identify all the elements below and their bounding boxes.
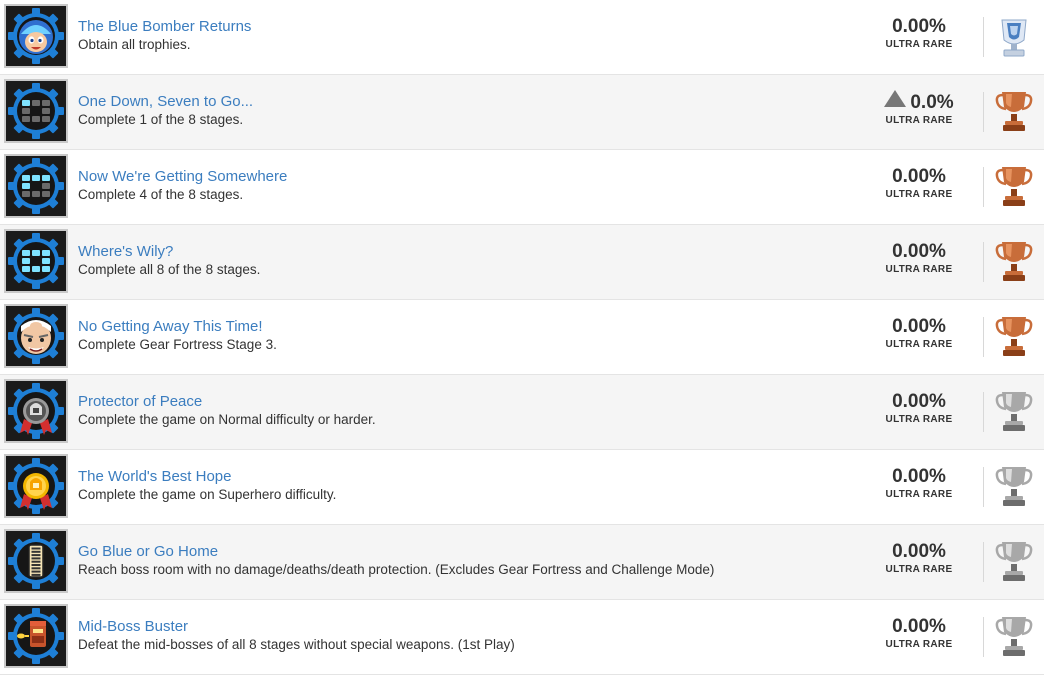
rarity-label: ULTRA RARE [885,564,953,575]
rarity-block: 0.0% ULTRA RARE [874,90,964,127]
trophy-title-link[interactable]: No Getting Away This Time! [78,317,724,336]
divider [983,242,984,282]
rarity-label: ULTRA RARE [885,39,953,50]
rarity-label: ULTRA RARE [885,414,953,425]
rarity-block: 0.00% ULTRA RARE [874,615,964,651]
trophy-title-link[interactable]: Protector of Peace [78,392,724,411]
divider [983,17,984,57]
bronze-trophy-icon [994,312,1034,360]
trophy-title-link[interactable]: Where's Wily? [78,242,724,261]
trophy-title-link[interactable]: The Blue Bomber Returns [78,17,724,36]
trophy-row[interactable]: The World's Best Hope Complete the game … [0,450,1044,525]
trophy-list: The Blue Bomber Returns Obtain all troph… [0,0,1044,675]
rarity-block: 0.00% ULTRA RARE [874,240,964,276]
trophy-row[interactable]: Go Blue or Go Home Reach boss room with … [0,525,1044,600]
trophy-title-link[interactable]: One Down, Seven to Go... [78,92,724,111]
rarity-label: ULTRA RARE [885,264,953,275]
trophy-description: Obtain all trophies. [78,37,191,52]
rarity-block: 0.00% ULTRA RARE [874,15,964,51]
rarity-trend-icon [884,90,907,107]
earned-percent: 0.00% [892,466,946,487]
trophy-row[interactable]: The Blue Bomber Returns Obtain all troph… [0,0,1044,75]
rarity-label: ULTRA RARE [885,639,953,650]
rarity-block: 0.00% ULTRA RARE [874,315,964,351]
bronze-trophy-icon [994,237,1034,285]
gold-medal-icon[interactable] [4,454,68,518]
trophy-title-link[interactable]: The World's Best Hope [78,467,724,486]
trophy-description: Complete the game on Normal difficulty o… [78,412,376,427]
trophy-description: Reach boss room with no damage/deaths/de… [78,562,715,577]
earned-percent: 0.00% [892,241,946,262]
silver-trophy-icon [994,387,1034,435]
divider [983,617,984,657]
divider [983,167,984,207]
earned-percent: 0.00% [892,616,946,637]
wily-face-icon[interactable] [4,304,68,368]
trophy-row[interactable]: One Down, Seven to Go... Complete 1 of t… [0,75,1044,150]
silver-trophy-icon [994,537,1034,585]
bronze-trophy-icon [994,87,1034,135]
divider [983,392,984,432]
trophy-description: Complete all 8 of the 8 stages. [78,262,261,277]
trophy-row[interactable]: Where's Wily? Complete all 8 of the 8 st… [0,225,1044,300]
silver-trophy-icon [994,462,1034,510]
rarity-label: ULTRA RARE [885,189,953,200]
stages-8-icon[interactable] [4,229,68,293]
earned-percent: 0.00% [892,16,946,37]
rarity-label: ULTRA RARE [885,115,953,126]
trophy-row[interactable]: Now We're Getting Somewhere Complete 4 o… [0,150,1044,225]
trophy-description: Complete Gear Fortress Stage 3. [78,337,277,352]
trophy-title-link[interactable]: Mid-Boss Buster [78,617,724,636]
trophy-description: Complete 1 of the 8 stages. [78,112,244,127]
earned-percent: 0.00% [892,541,946,562]
rarity-block: 0.00% ULTRA RARE [874,465,964,501]
trophy-row[interactable]: Protector of Peace Complete the game on … [0,375,1044,450]
trophy-title-link[interactable]: Go Blue or Go Home [78,542,724,561]
divider [983,467,984,507]
silver-medal-icon[interactable] [4,379,68,443]
earned-percent: 0.00% [892,316,946,337]
trophy-description: Complete the game on Superhero difficult… [78,487,337,502]
earned-percent: 0.00% [892,166,946,187]
divider [983,92,984,132]
bronze-trophy-icon [994,162,1034,210]
energy-bar-icon[interactable] [4,529,68,593]
rarity-block: 0.00% ULTRA RARE [874,390,964,426]
trophy-row[interactable]: No Getting Away This Time! Complete Gear… [0,300,1044,375]
earned-percent: 0.00% [892,391,946,412]
rarity-label: ULTRA RARE [885,489,953,500]
earned-percent: 0.0% [884,90,954,115]
divider [983,317,984,357]
rarity-block: 0.00% ULTRA RARE [874,540,964,576]
divider [983,542,984,582]
trophy-title-link[interactable]: Now We're Getting Somewhere [78,167,724,186]
mid-boss-icon[interactable] [4,604,68,668]
stages-1-icon[interactable] [4,79,68,143]
trophy-description: Defeat the mid-bosses of all 8 stages wi… [78,637,515,652]
platinum-trophy-icon [994,12,1034,60]
trophy-row[interactable]: Mid-Boss Buster Defeat the mid-bosses of… [0,600,1044,675]
stages-4-icon[interactable] [4,154,68,218]
rarity-label: ULTRA RARE [885,339,953,350]
silver-trophy-icon [994,612,1034,660]
rarity-block: 0.00% ULTRA RARE [874,165,964,201]
trophy-description: Complete 4 of the 8 stages. [78,187,244,202]
megaman-face-icon[interactable] [4,4,68,68]
